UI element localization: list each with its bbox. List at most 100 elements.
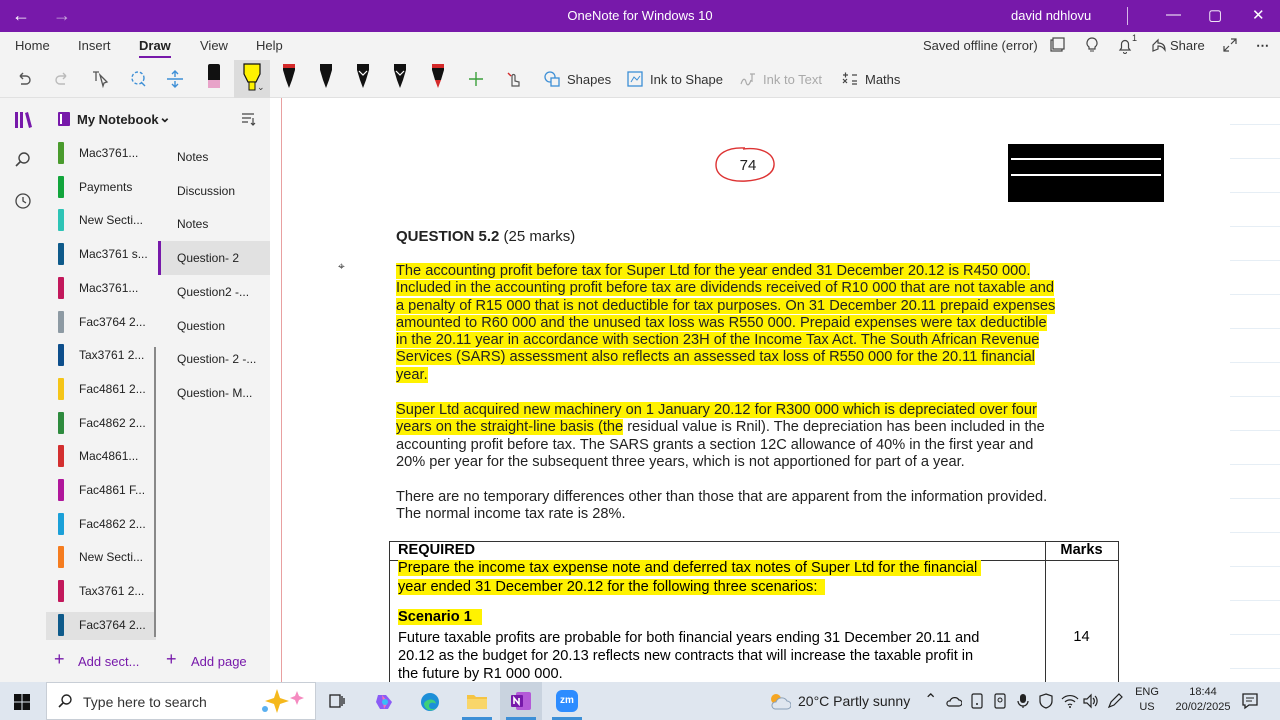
chevron-down-icon[interactable]: ⌄ [257,82,265,93]
recent-clock-icon[interactable] [14,192,32,210]
immersive-reader-icon[interactable] [1049,37,1065,53]
security-shield-icon[interactable] [1038,693,1054,709]
task-view-icon[interactable] [328,692,346,710]
scenario-line-2: 20.12 as the budget for 20.13 reflects n… [398,648,974,665]
page-label: Question- M... [177,385,253,400]
taskbar-search-box[interactable]: Type here to search [46,682,316,720]
page-item[interactable]: Question2 -... [158,275,270,309]
section-item[interactable]: New Secti... [46,544,156,574]
share-button[interactable]: Share [1170,38,1205,53]
page-item[interactable]: Question- 2 [158,241,270,276]
section-label: Payments [79,179,133,194]
section-scrollbar[interactable] [154,347,156,637]
para1-line-text: The accounting profit before tax for Sup… [396,263,1031,279]
section-item[interactable]: Mac3761 s... [46,241,156,271]
sort-icon[interactable] [240,111,256,127]
section-label: New Secti... [79,550,144,565]
search-icon[interactable] [14,151,32,169]
taskbar-search-placeholder: Type here to search [83,694,207,710]
lasso-select-icon[interactable] [128,69,148,89]
page-item[interactable]: Question- M... [158,376,270,410]
edge-browser-icon[interactable] [419,691,441,713]
rule-line [1230,464,1280,465]
section-item[interactable]: New Secti... [46,207,156,237]
wifi-icon[interactable] [1061,693,1079,709]
black-pen-2-icon[interactable] [354,62,372,92]
add-pen-icon[interactable] [467,70,485,88]
partly-sunny-icon [771,694,791,710]
page-item[interactable]: Question [158,309,270,343]
maximize-button[interactable]: ▢ [1208,6,1222,24]
chevron-up-icon[interactable]: ⌃ [924,690,937,710]
file-explorer-button[interactable] [456,682,498,720]
language-indicator[interactable]: ENG US [1127,685,1167,715]
tab-draw[interactable]: Draw [139,38,171,58]
ribbon-tabs: Home Insert Draw View Help Saved offline… [0,32,1280,60]
device-icon[interactable] [970,693,984,709]
lightbulb-icon[interactable] [1084,37,1100,53]
user-name[interactable]: david ndhlovu [1011,8,1091,23]
volume-icon[interactable] [1082,693,1100,709]
section-item[interactable]: Mac4861... [46,443,156,473]
black-pen-icon[interactable] [317,62,335,92]
redo-icon[interactable] [53,70,71,88]
section-item[interactable]: Fac4862 2... [46,511,156,541]
section-item[interactable]: Fac4861 F... [46,477,156,507]
required-table: REQUIRED Marks Prepare the income tax ex… [389,541,1119,683]
section-item[interactable]: Fac3764 2... [46,309,156,339]
section-item[interactable]: Fac4861 2... [46,376,156,406]
red-pen-2-icon[interactable] [429,62,447,92]
tab-view[interactable]: View [200,38,228,53]
tab-insert[interactable]: Insert [78,38,111,53]
section-item[interactable]: Tax3761 2... [46,342,156,372]
notification-center-icon[interactable] [1241,692,1259,710]
zoom-taskbar-button[interactable]: zm [546,682,588,720]
copilot-icon[interactable] [374,691,396,713]
page-item[interactable]: Notes [158,140,270,174]
touch-draw-icon[interactable] [504,69,524,89]
share-icon[interactable] [1151,37,1167,53]
pen-workspace-icon[interactable] [1107,693,1123,709]
section-item[interactable]: Mac3761... [46,140,156,170]
section-item[interactable]: Fac4862 2... [46,410,156,440]
ink-to-text-button[interactable]: Ink to Text [739,69,822,89]
scenario-title: Scenario 1 [398,609,482,625]
windows-start-icon[interactable] [13,693,31,711]
camera-icon[interactable] [993,693,1007,709]
undo-icon[interactable] [15,70,33,88]
weather-text[interactable]: 20°C Partly sunny [798,693,910,709]
shapes-button[interactable]: Shapes [543,69,611,89]
chevron-down-icon[interactable]: ⌄ [159,109,171,126]
notebook-header[interactable]: My Notebook ⌄ [46,98,270,140]
section-item[interactable]: Tax3761 2... [46,578,156,608]
notebooks-icon[interactable] [13,110,33,130]
onenote-taskbar-button[interactable] [500,682,542,720]
black-pen-3-icon[interactable] [391,62,409,92]
cloud-icon[interactable] [946,694,962,708]
ink-to-shape-button[interactable]: Ink to Shape [626,69,723,89]
maths-button[interactable]: Maths [841,69,900,89]
add-section-button[interactable]: Add sect... [78,654,139,669]
close-button[interactable]: ✕ [1252,6,1265,24]
section-item[interactable]: Payments [46,174,156,204]
eraser-icon[interactable] [204,62,224,92]
page-item[interactable]: Notes [158,207,270,241]
page-item[interactable]: Question- 2 -... [158,342,270,376]
section-item[interactable]: Mac3761... [46,275,156,305]
add-space-icon[interactable] [165,69,185,89]
rule-line [1230,600,1280,601]
type-select-icon[interactable] [90,69,110,89]
clock[interactable]: 18:44 20/02/2025 [1172,685,1234,715]
section-item[interactable]: Fac3764 2... [46,611,156,642]
section-color-tab [58,445,64,468]
page-item[interactable]: Discussion [158,174,270,208]
red-pen-icon[interactable] [280,62,298,92]
add-page-button[interactable]: Add page [191,654,247,669]
tab-home[interactable]: Home [15,38,50,53]
microphone-icon[interactable] [1016,693,1030,709]
sync-status[interactable]: Saved offline (error) [923,38,1038,53]
expand-icon[interactable] [1222,37,1238,53]
more-options-icon[interactable]: ⋯ [1256,38,1269,54]
minimize-button[interactable]: — [1166,6,1181,23]
tab-help[interactable]: Help [256,38,283,53]
